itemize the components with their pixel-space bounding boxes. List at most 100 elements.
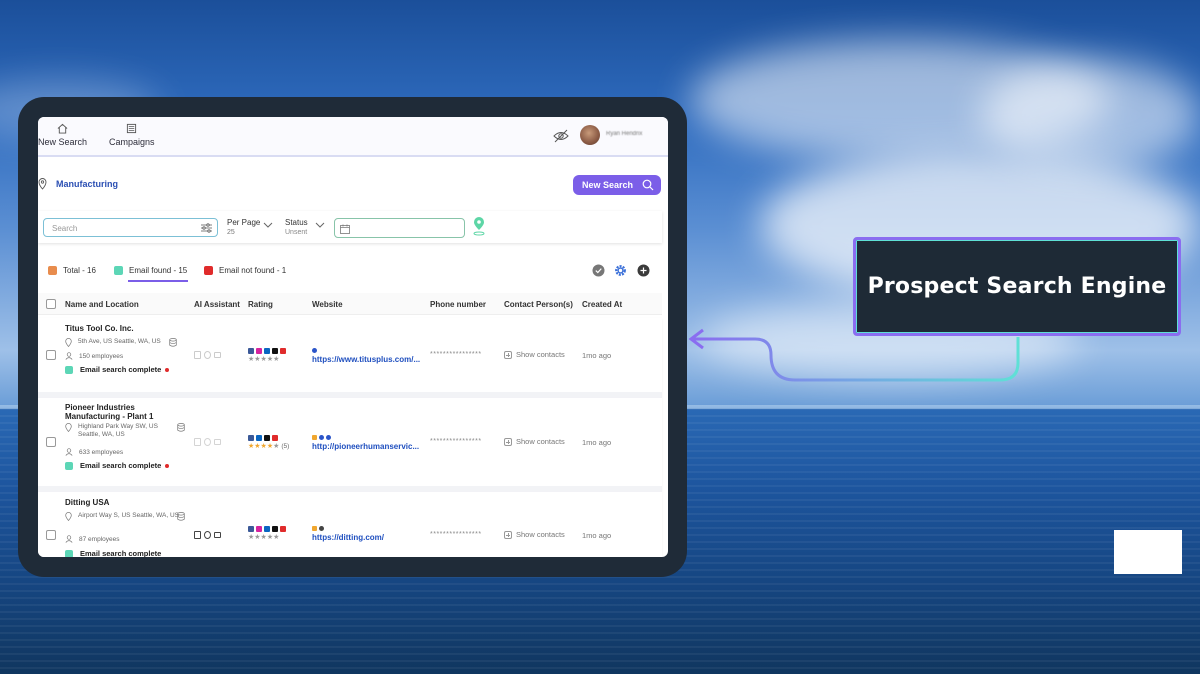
row-checkbox[interactable]	[46, 530, 56, 540]
yelp-icon[interactable]	[280, 348, 286, 354]
linkedin-icon[interactable]	[256, 435, 262, 441]
status-select[interactable]: Status Unsent	[285, 218, 308, 236]
row-checkbox[interactable]	[46, 437, 56, 447]
chevron-down-icon[interactable]	[263, 222, 273, 228]
x-icon[interactable]	[264, 435, 270, 441]
facebook-icon[interactable]	[248, 435, 254, 441]
rating-count: (5)	[281, 443, 290, 450]
database-icon[interactable]	[169, 338, 177, 347]
people-icon	[65, 352, 73, 360]
filter-sliders-icon[interactable]	[201, 223, 212, 233]
tab-email-found[interactable]: Email found - 15	[114, 266, 187, 275]
info-icon[interactable]	[204, 438, 211, 446]
status-swatch	[65, 549, 73, 557]
document-icon[interactable]	[194, 351, 201, 359]
info-icon[interactable]	[204, 531, 211, 539]
table-row[interactable]: Ditting USA Airport Way S, US Seattle, W…	[38, 492, 662, 557]
linkedin-icon[interactable]	[264, 526, 270, 532]
per-page-label: Per Page	[227, 218, 261, 227]
per-page-value: 25	[227, 229, 235, 236]
column-header[interactable]: Contact Person(s)	[504, 300, 573, 309]
ai-assistant-icons[interactable]	[194, 351, 221, 359]
facebook-icon[interactable]	[248, 526, 254, 532]
rating-stars: ★★★★★	[248, 534, 280, 541]
check-circle-icon[interactable]	[592, 264, 605, 277]
company-name[interactable]: Titus Tool Co. Inc.	[65, 324, 134, 333]
tab-total[interactable]: Total - 16	[48, 266, 96, 275]
location-pin-icon	[65, 338, 72, 347]
database-icon[interactable]	[177, 512, 185, 521]
map-pin-icon[interactable]	[472, 217, 486, 236]
address-text: Highland Park Way SW, US Seattle, WA, US	[78, 423, 158, 438]
employee-count: 87 employees	[65, 535, 119, 543]
people-icon	[65, 535, 73, 543]
search-icon	[642, 179, 654, 191]
new-search-button[interactable]: New Search	[573, 175, 661, 195]
company-name[interactable]: Ditting USA	[65, 498, 109, 507]
linkedin-icon[interactable]	[264, 348, 270, 354]
website-link[interactable]: https://ditting.com/	[312, 533, 384, 542]
ai-assistant-icons[interactable]	[194, 531, 221, 539]
facebook-icon[interactable]	[248, 348, 254, 354]
website-tech-icons	[312, 435, 331, 440]
avatar[interactable]	[580, 125, 600, 145]
column-header[interactable]: Name and Location	[65, 300, 139, 309]
table-row[interactable]: Titus Tool Co. Inc. 5th Ave, US Seattle,…	[38, 318, 662, 398]
social-icons[interactable]	[248, 348, 286, 354]
tab-email-not-found[interactable]: Email not found - 1	[204, 266, 286, 275]
mail-icon[interactable]	[214, 352, 221, 358]
document-icon[interactable]	[194, 531, 201, 539]
location-label[interactable]: Manufacturing	[56, 179, 118, 189]
company-address: 5th Ave, US Seattle, WA, US	[65, 338, 161, 347]
nav-new-search-label: New Search	[38, 137, 88, 147]
website-link[interactable]: http://pioneerhumanservic...	[312, 442, 419, 451]
email-status-text: Email search complete	[80, 461, 162, 470]
instagram-icon[interactable]	[256, 526, 262, 532]
database-icon[interactable]	[177, 423, 185, 432]
column-header[interactable]: Phone number	[430, 300, 486, 309]
info-icon[interactable]	[204, 351, 211, 359]
column-header[interactable]: Rating	[248, 300, 273, 309]
found-swatch	[114, 266, 123, 275]
employee-count: 633 employees	[65, 448, 123, 456]
date-range-input[interactable]	[334, 218, 465, 238]
chevron-down-icon[interactable]	[315, 222, 325, 228]
yelp-icon[interactable]	[272, 435, 278, 441]
gear-icon[interactable]	[614, 264, 627, 277]
website-tech-icons	[312, 348, 317, 353]
show-contacts-label: Show contacts	[516, 437, 565, 446]
show-contacts-button[interactable]: Show contacts	[504, 437, 565, 446]
select-all-checkbox[interactable]	[46, 299, 56, 309]
document-icon[interactable]	[194, 438, 201, 446]
column-header[interactable]: Created At	[582, 300, 622, 309]
x-icon[interactable]	[272, 526, 278, 532]
social-icons[interactable]	[248, 435, 278, 441]
yelp-icon[interactable]	[280, 526, 286, 532]
globe-icon	[319, 526, 324, 531]
nav-campaigns[interactable]: Campaigns	[109, 123, 155, 147]
website-tech-icons	[312, 526, 324, 531]
mail-icon[interactable]	[214, 439, 221, 445]
not-found-swatch	[204, 266, 213, 275]
summary-tabs: Total - 16 Email found - 15 Email not fo…	[38, 263, 668, 285]
column-header[interactable]: AI Assistant	[194, 300, 240, 309]
show-contacts-button[interactable]: Show contacts	[504, 530, 565, 539]
hide-eye-icon[interactable]	[553, 129, 569, 143]
website-link[interactable]: https://www.titusplus.com/...	[312, 355, 420, 364]
per-page-select[interactable]: Per Page 25	[227, 218, 260, 236]
instagram-icon[interactable]	[256, 348, 262, 354]
company-name[interactable]: Pioneer Industries Manufacturing - Plant…	[65, 403, 175, 421]
x-icon[interactable]	[272, 348, 278, 354]
add-circle-icon[interactable]	[637, 264, 650, 277]
table-row[interactable]: Pioneer Industries Manufacturing - Plant…	[38, 398, 662, 492]
mail-icon[interactable]	[214, 532, 221, 538]
nav-new-search[interactable]: New Search	[38, 123, 87, 147]
column-header[interactable]: Website	[312, 300, 343, 309]
social-icons[interactable]	[248, 526, 286, 532]
address-text: 5th Ave, US Seattle, WA, US	[78, 338, 161, 345]
analytics-icon	[312, 526, 317, 531]
ai-assistant-icons[interactable]	[194, 438, 221, 446]
row-checkbox[interactable]	[46, 350, 56, 360]
show-contacts-button[interactable]: Show contacts	[504, 350, 565, 359]
search-input[interactable]: Search	[43, 218, 218, 237]
